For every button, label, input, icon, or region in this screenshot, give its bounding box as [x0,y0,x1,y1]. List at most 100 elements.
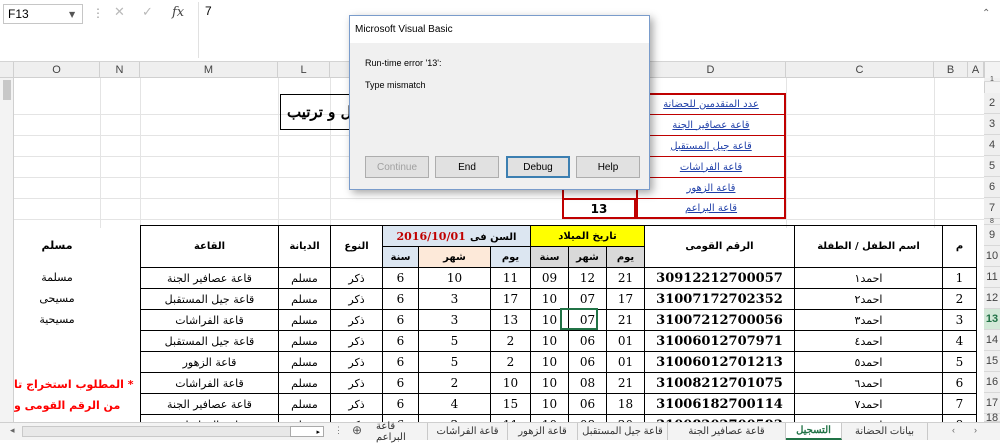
table-cell-id[interactable]: 31008202700593 [644,414,795,422]
table-cell-name[interactable]: احمد٨ [794,414,943,422]
row-header[interactable]: 18 [984,412,1000,422]
table-cell-ad[interactable]: 11 [490,267,531,289]
table-cell-ay[interactable]: 6 [382,393,419,415]
row-header[interactable]: 1 [984,76,1000,83]
table-cell-m[interactable]: 6 [942,372,977,394]
table-cell-bm[interactable]: 08 [568,414,607,422]
table-cell-name[interactable]: احمد٢ [794,288,943,310]
table-cell-id[interactable]: 31006182700114 [644,393,795,415]
tab-hall-birds[interactable]: قاعة عصافير الجنة [668,423,786,440]
table-cell-hall[interactable]: قاعة جيل المستقبل [140,330,279,352]
debug-button[interactable]: Debug [506,156,570,178]
table-cell-ay[interactable]: 6 [382,309,419,331]
tab-hall-flowers[interactable]: قاعة الزهور [508,423,578,440]
table-cell-ad[interactable]: 17 [490,288,531,310]
table-cell-type[interactable]: ذكر [330,309,383,331]
row-header[interactable]: 6 [984,177,1000,198]
table-cell-bd[interactable]: 01 [606,351,645,373]
link-hall-future[interactable]: قاعة جيل المستقبل [638,136,784,157]
row-header[interactable]: 2 [984,93,1000,114]
table-cell-bm[interactable]: 06 [568,330,607,352]
table-cell-hall[interactable]: قاعة الفراشات [140,414,279,422]
tab-hall-buds[interactable]: قاعة البراعم [376,421,428,443]
table-cell-am[interactable]: 3 [418,309,491,331]
column-header-m[interactable]: M [140,62,278,78]
insert-function-icon[interactable]: fx [172,5,184,20]
collapse-formula-icon[interactable]: ⌃ [982,8,990,19]
table-cell-hall[interactable]: قاعة الزهور [140,351,279,373]
table-cell-rel[interactable]: مسلم [278,267,331,289]
table-cell-rel[interactable]: مسلم [278,393,331,415]
link-hall-butterflies[interactable]: قاعة الفراشات [638,157,784,178]
link-hall-birds[interactable]: قاعة عصافير الجنة [638,115,784,136]
end-button[interactable]: End [435,156,499,178]
column-header-l[interactable]: L [278,62,330,78]
formula-input[interactable]: 7 [205,4,212,18]
table-cell-bd[interactable]: 21 [606,309,645,331]
table-cell-bd[interactable]: 21 [606,372,645,394]
table-cell-name[interactable]: احمد٣ [794,309,943,331]
table-cell-type[interactable]: ذكر [330,393,383,415]
table-cell-am[interactable]: 4 [418,393,491,415]
column-header-b[interactable]: B [934,62,968,78]
table-cell-bd[interactable]: 17 [606,288,645,310]
table-cell-ad[interactable]: 10 [490,372,531,394]
table-cell-name[interactable]: احمد١ [794,267,943,289]
table-cell-m[interactable]: 1 [942,267,977,289]
table-cell-type[interactable]: ذكر [330,330,383,352]
column-header-c[interactable]: C [786,62,934,78]
scroll-left-icon[interactable]: ◂ [10,425,15,436]
table-cell-hall[interactable]: قاعة الفراشات [140,309,279,331]
chevron-down-icon[interactable]: ▼ [69,10,75,19]
table-cell-bd[interactable]: 18 [606,393,645,415]
table-cell-name[interactable]: احمد٧ [794,393,943,415]
help-button[interactable]: Help [576,156,640,178]
tab-nursery-data[interactable]: بيانات الحضانة [842,423,928,440]
horizontal-scrollbar[interactable] [22,426,292,437]
add-sheet-icon[interactable]: ⊕ [352,423,362,437]
table-cell-id[interactable]: 30912212700057 [644,267,795,289]
select-all-corner[interactable] [0,62,14,78]
column-header-a[interactable]: A [968,62,984,78]
row-header[interactable]: 16 [984,372,1000,393]
table-cell-ad[interactable]: 2 [490,330,531,352]
table-cell-rel[interactable]: مسلم [278,372,331,394]
table-cell-id[interactable]: 31008212701075 [644,372,795,394]
scroll-thumb[interactable] [3,80,11,100]
chevron-left-icon[interactable]: ‹ [952,425,955,435]
table-cell-bm[interactable]: 07 [568,288,607,310]
link-hall-flowers[interactable]: قاعة الزهور [638,178,784,199]
tab-hall-future[interactable]: قاعة جيل المستقبل [578,423,668,440]
table-cell-m[interactable]: 3 [942,309,977,331]
table-cell-bd[interactable]: 21 [606,267,645,289]
table-cell-bm[interactable]: 06 [568,351,607,373]
table-cell-rel[interactable]: مسلم [278,414,331,422]
table-cell-rel[interactable]: مسلم [278,351,331,373]
row-header[interactable]: 5 [984,156,1000,177]
table-cell-name[interactable]: احمد٦ [794,372,943,394]
table-cell-bm[interactable]: 06 [568,393,607,415]
table-cell-m[interactable]: 8 [942,414,977,422]
row-header[interactable]: 4 [984,135,1000,156]
table-cell-rel[interactable]: مسلم [278,330,331,352]
table-cell-name[interactable]: احمد٥ [794,351,943,373]
table-cell-rel[interactable]: مسلم [278,309,331,331]
table-cell-m[interactable]: 5 [942,351,977,373]
vertical-scrollbar[interactable] [0,78,14,422]
table-cell-name[interactable]: احمد٤ [794,330,943,352]
table-cell-ad[interactable]: 2 [490,351,531,373]
cancel-icon[interactable]: ✕ [114,5,125,20]
link-hall-buds[interactable]: قاعة البراعم [638,199,784,217]
selected-cell[interactable] [560,308,598,330]
table-cell-type[interactable]: ذكر [330,351,383,373]
table-cell-am[interactable]: 5 [418,330,491,352]
table-cell-rel[interactable]: مسلم [278,288,331,310]
table-cell-by[interactable]: 10 [530,288,569,310]
row-header[interactable]: 7 [984,198,1000,219]
column-header-o[interactable]: O [14,62,100,78]
row-header[interactable]: 11 [984,267,1000,288]
table-cell-id[interactable]: 31007172702352 [644,288,795,310]
row-header-selected[interactable]: 13 [984,309,1000,330]
table-cell-hall[interactable]: قاعة عصافير الجنة [140,393,279,415]
continue-button[interactable]: Continue [365,156,429,178]
